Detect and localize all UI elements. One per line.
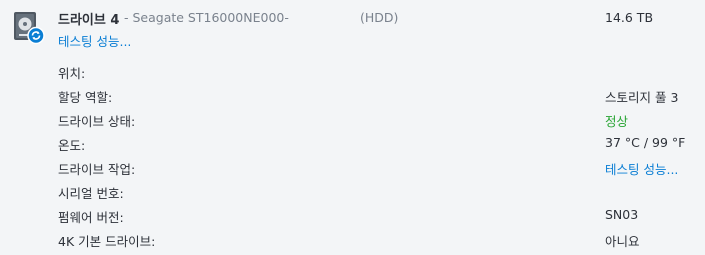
drive-task-link[interactable]: 테스팅 성능... (605, 159, 678, 178)
firmware-value: SN03 (605, 207, 639, 222)
temperature-value: 37 °C / 99 °F (605, 135, 686, 150)
native-4k-value: 아니요 (605, 234, 640, 249)
drive-name: 드라이브 4 (58, 13, 120, 28)
native-4k-label: 4K 기본 드라이브: (58, 234, 156, 249)
drive-type: (HDD) (360, 10, 399, 25)
health-label: 드라이브 상태: (58, 114, 136, 129)
sync-badge-icon (27, 26, 45, 45)
drive-model: - Seagate ST16000NE000- (124, 10, 289, 25)
drive-size: 14.6 TB (605, 10, 654, 25)
hard-drive-icon (14, 12, 45, 45)
role-label: 할당 역할: (58, 90, 113, 105)
drive-task-label: 드라이브 작업: (58, 162, 136, 177)
health-value: 정상 (605, 114, 629, 129)
location-label: 위치: (58, 66, 86, 81)
firmware-label: 펌웨어 버전: (58, 210, 124, 225)
serial-label: 시리얼 번호: (58, 186, 124, 201)
drive-status-link[interactable]: 테스팅 성능... (58, 31, 131, 50)
temperature-label: 온도: (58, 138, 86, 153)
role-value: 스토리지 풀 3 (605, 90, 679, 105)
